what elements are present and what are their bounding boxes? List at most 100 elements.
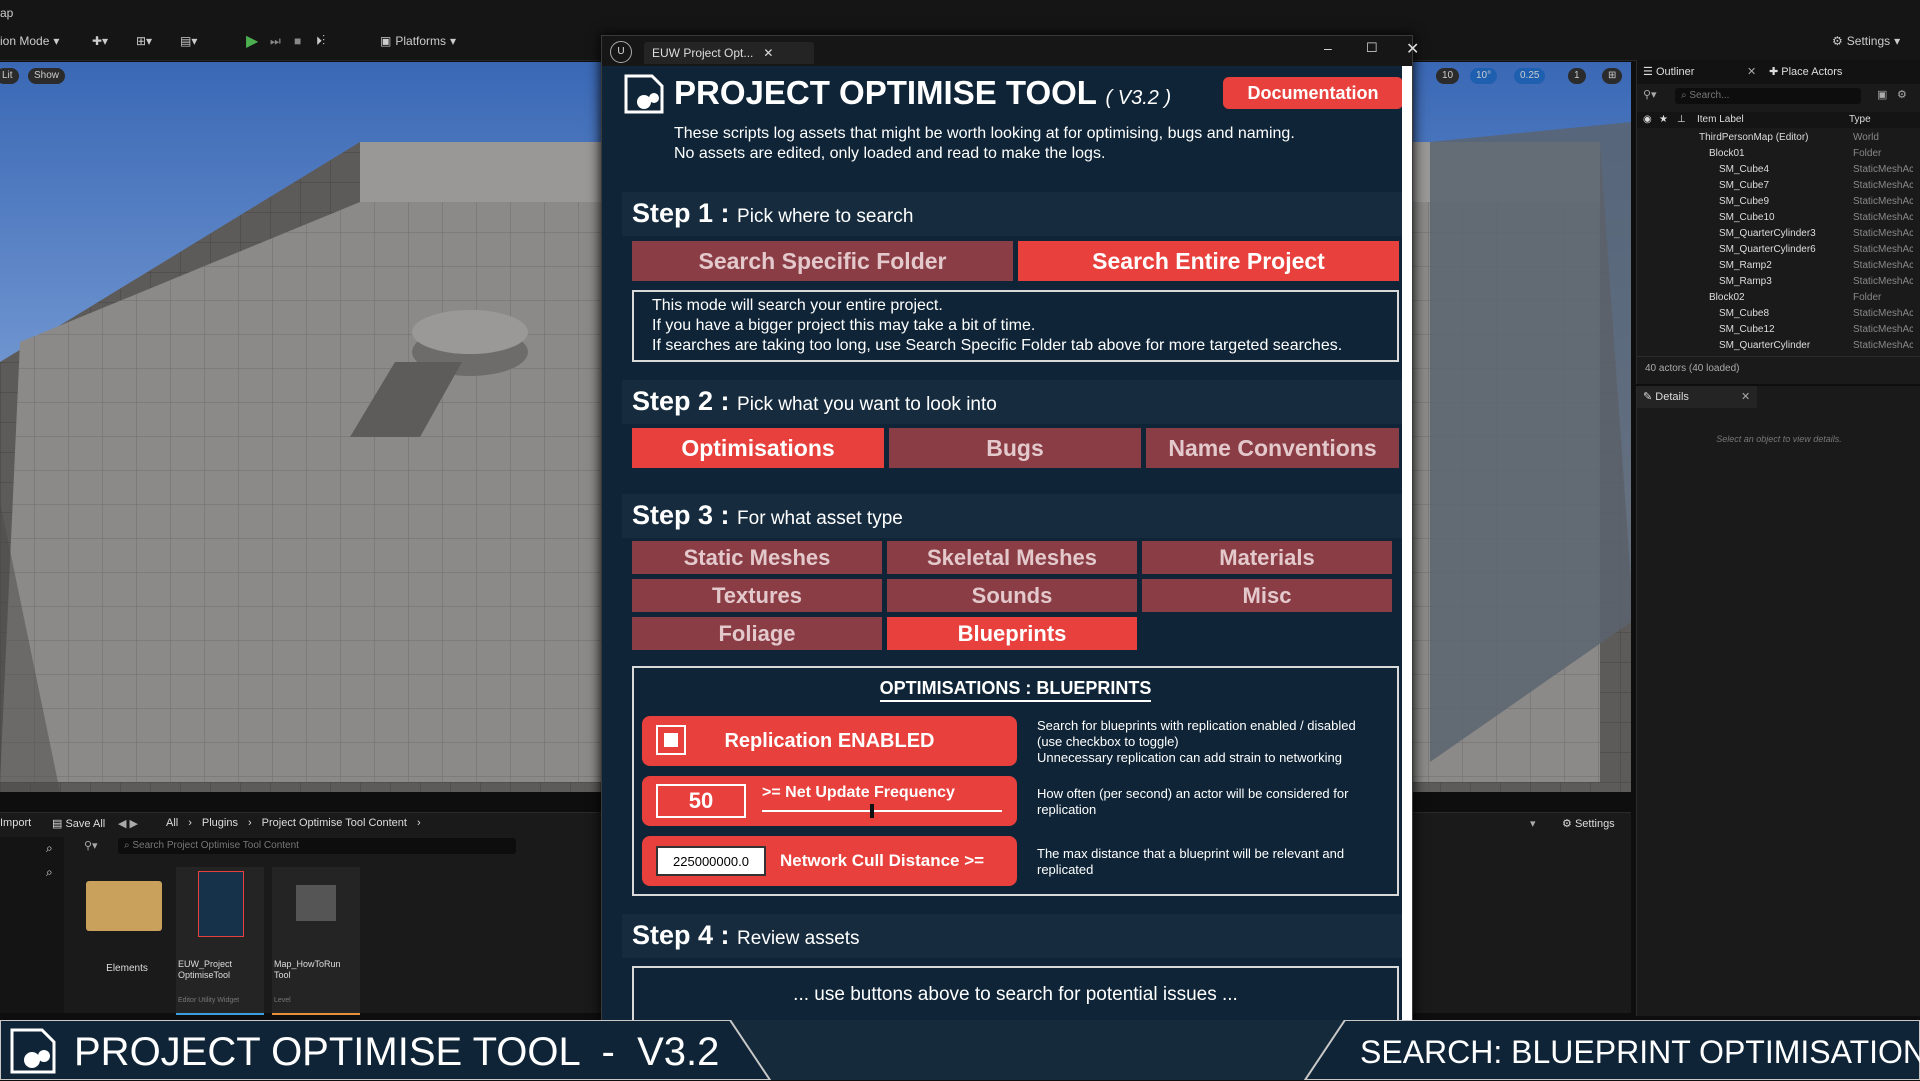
cinematics-button[interactable]: ▤▾ [180,30,197,52]
platforms-dropdown[interactable]: ▣ Platforms ▾ [380,30,456,52]
outliner-row-type: Folder [1853,292,1882,303]
column-type[interactable]: Type [1849,114,1871,125]
net-update-slider[interactable] [762,804,1002,818]
gear-icon[interactable]: ⚙ [1897,88,1907,101]
bugs-button[interactable]: Bugs [889,428,1141,468]
outliner-tab[interactable]: ☰ Outliner [1643,65,1694,78]
breadcrumb-item[interactable]: Project Optimise Tool Content [262,817,407,829]
replication-checkbox[interactable] [656,725,686,755]
show-button[interactable]: Show [28,68,66,84]
play-options-button[interactable]: ⏵⋮ [316,30,325,52]
list-icon: ☰ [1643,66,1653,78]
save-all-button[interactable]: ▤ Save All [52,817,105,830]
place-actors-tab[interactable]: ✚ Place Actors [1769,65,1842,78]
foliage-button[interactable]: Foliage [632,617,882,650]
tool-scrollbar[interactable] [1402,66,1412,1026]
asset-type: Level [274,997,291,1004]
name-conventions-button[interactable]: Name Conventions [1146,428,1399,468]
search-icon[interactable]: ⌕ [46,865,53,880]
documentation-button[interactable]: Documentation [1223,77,1402,109]
slider-thumb[interactable] [870,804,874,818]
cull-distance-input[interactable]: 225000000.0 [656,846,766,876]
outliner-row[interactable]: SM_Cube12 StaticMeshActor [1637,324,1920,340]
asset-type: Editor Utility Widget [178,997,240,1004]
details-tab[interactable]: ✎ Details ✕ [1637,386,1757,408]
outliner-row[interactable]: SM_QuarterCylinder3 StaticMeshActor [1637,228,1920,244]
outliner-row[interactable]: SM_Cube8 StaticMeshActor [1637,308,1920,324]
close-icon[interactable]: ✕ [763,46,773,60]
asset-tile[interactable]: Map_HowToRun Tool Level [272,867,360,1015]
outliner-row[interactable]: SM_Cube9 StaticMeshActor [1637,196,1920,212]
close-window-button[interactable]: ✕ [1406,39,1419,59]
outliner-row[interactable]: SM_QuarterCylinder StaticMeshActor [1637,340,1920,356]
replication-toggle[interactable]: Replication ENABLED [642,716,1017,766]
asset-tile[interactable]: EUW_Project OptimiseTool Editor Utility … [176,867,264,1015]
history-back-icon[interactable]: ◀ ▶ [118,817,138,830]
outliner-row[interactable]: SM_Ramp3 StaticMeshActor [1637,276,1920,292]
blueprints-button[interactable]: Blueprints [887,617,1137,650]
clapper-icon: ▤▾ [180,34,198,48]
outliner-row[interactable]: SM_QuarterCylinder6 StaticMeshActor [1637,244,1920,260]
maximize-button[interactable]: ☐ [1366,40,1378,56]
outliner-row-type: StaticMeshActor [1853,228,1913,239]
tool-tab[interactable]: EUW Project Opt... ✕ [644,42,814,64]
settings-button[interactable]: ⚙ Settings ▾ [1832,30,1900,52]
search-entire-project-button[interactable]: Search Entire Project [1018,241,1399,281]
asset-tile[interactable]: Elements [84,867,170,995]
breadcrumb-item[interactable]: Plugins [202,817,238,829]
static-meshes-button[interactable]: Static Meshes [632,541,882,574]
materials-button[interactable]: Materials [1142,541,1392,574]
grid-snap-value[interactable]: 10 [1436,68,1460,84]
step-button[interactable]: ⏭ [270,30,281,52]
chevron-down-icon[interactable]: ▾ [1530,817,1536,830]
cull-distance-desc: The max distance that a blueprint will b… [1037,846,1345,877]
content-search-input[interactable]: ⌕ Search Project Optimise Tool Content [118,838,516,854]
add-folder-icon[interactable]: ▣ [1877,88,1887,101]
import-button[interactable]: Import [0,817,31,829]
sounds-button[interactable]: Sounds [887,579,1137,612]
content-settings-button[interactable]: ⚙ Settings [1562,817,1615,830]
close-icon[interactable]: ✕ [1741,386,1750,408]
filter-icon[interactable]: ⚲▾ [1643,88,1657,101]
tool-title-bar[interactable]: U EUW Project Opt... ✕ – ☐ ✕ [602,36,1419,66]
outliner-row[interactable]: Block02 Folder [1637,292,1920,308]
outliner-search-input[interactable]: ⌕ Search... [1675,88,1861,104]
outliner-row[interactable]: ThirdPersonMap (Editor) World [1637,132,1920,148]
tool-logo-icon [8,1026,60,1076]
net-update-row: 50 >= Net Update Frequency [642,776,1017,826]
close-icon[interactable]: ✕ [1747,65,1756,78]
blueprint-button[interactable]: ⊞▾ [136,30,152,52]
outliner-row[interactable]: SM_Cube10 StaticMeshActor [1637,212,1920,228]
add-actor-button[interactable]: ✚▾ [92,30,108,52]
rotation-snap-value[interactable]: 10° [1470,68,1498,84]
viewport-layout-icon[interactable]: ⊞ [1602,68,1623,84]
platforms-label: Platforms [395,34,447,48]
optimisations-button[interactable]: Optimisations [632,428,884,468]
skeletal-meshes-button[interactable]: Skeletal Meshes [887,541,1137,574]
outliner-row[interactable]: SM_Cube4 StaticMeshActor [1637,164,1920,180]
breadcrumb-item[interactable]: All [166,817,178,829]
scale-snap-value[interactable]: 0.25 [1514,68,1546,84]
stop-icon: ■ [294,34,302,48]
options-title: OPTIMISATIONS : BLUEPRINTS [634,678,1397,702]
results-box: ... use buttons above to search for pote… [632,966,1399,1026]
filter-icon[interactable]: ⚲▾ [84,839,98,852]
search-specific-folder-button[interactable]: Search Specific Folder [632,241,1013,281]
tool-title: PROJECT OPTIMISE TOOL ( V3.2 ) [674,74,1172,111]
misc-button[interactable]: Misc [1142,579,1392,612]
outliner-row[interactable]: Block01 Folder [1637,148,1920,164]
outliner-row-label: SM_QuarterCylinder [1719,340,1811,351]
search-icon[interactable]: ⌕ [46,841,53,856]
mode-dropdown[interactable]: ion Mode ▾ [0,30,59,52]
column-item-label[interactable]: Item Label [1697,114,1744,125]
step1-title: Step 1 : Pick where to search [632,198,914,228]
play-button[interactable]: ▶ [246,30,258,52]
textures-button[interactable]: Textures [632,579,882,612]
outliner-row[interactable]: SM_Ramp2 StaticMeshActor [1637,260,1920,276]
camera-speed-value[interactable]: 1 [1568,68,1586,84]
lit-mode-button[interactable]: Lit [0,68,19,84]
outliner-row[interactable]: SM_Cube7 StaticMeshActor [1637,180,1920,196]
stop-button[interactable]: ■ [294,30,301,52]
minimize-button[interactable]: – [1324,40,1332,56]
net-update-input[interactable]: 50 [656,784,746,818]
